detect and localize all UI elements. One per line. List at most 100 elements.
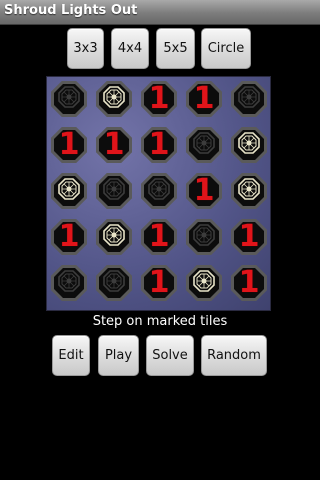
tile-face — [234, 84, 264, 114]
tile-frame — [186, 265, 222, 301]
board-tile[interactable] — [184, 216, 224, 258]
board-tile[interactable]: 1 — [139, 216, 179, 258]
board-tile[interactable] — [94, 216, 134, 258]
tile-face — [99, 84, 129, 114]
size-5x5-button[interactable]: 5x5 — [156, 28, 195, 69]
tile-frame — [51, 173, 87, 209]
tile-frame: 1 — [96, 127, 132, 163]
title-bar: Shroud Lights Out — [0, 0, 320, 25]
board-tile[interactable] — [184, 262, 224, 304]
board-tile[interactable] — [139, 170, 179, 212]
tile-frame: 1 — [231, 265, 267, 301]
size-3x3-button[interactable]: 3x3 — [67, 28, 104, 69]
board-tile[interactable] — [49, 170, 89, 212]
shroud-dark-icon — [193, 132, 215, 158]
board-tile[interactable] — [94, 170, 134, 212]
tile-frame — [141, 173, 177, 209]
tile-frame — [231, 81, 267, 117]
marked-tile-number: 1 — [58, 219, 80, 254]
shroud-lit-icon — [103, 86, 125, 112]
tile-frame — [231, 173, 267, 209]
marked-tile-number: 1 — [148, 127, 170, 162]
tile-face: 1 — [189, 84, 219, 114]
shroud-dark-icon — [193, 224, 215, 250]
tile-face — [189, 130, 219, 160]
marked-tile-number: 1 — [58, 127, 80, 162]
marked-tile-number: 1 — [238, 265, 260, 300]
tile-frame: 1 — [141, 127, 177, 163]
marked-tile-number: 1 — [148, 219, 170, 254]
board-tile[interactable] — [49, 262, 89, 304]
tile-frame — [231, 127, 267, 163]
tile-face: 1 — [54, 222, 84, 252]
board-tile[interactable]: 1 — [229, 262, 269, 304]
tile-frame — [51, 81, 87, 117]
tile-face: 1 — [234, 268, 264, 298]
board-tile[interactable]: 1 — [184, 170, 224, 212]
board-tile[interactable] — [184, 124, 224, 166]
board-tile[interactable]: 1 — [229, 216, 269, 258]
shroud-lit-icon — [193, 270, 215, 296]
shroud-dark-icon — [103, 270, 125, 296]
shroud-dark-icon — [58, 86, 80, 112]
app-title: Shroud Lights Out — [4, 3, 138, 18]
tile-frame — [186, 127, 222, 163]
board-tile[interactable]: 1 — [49, 124, 89, 166]
marked-tile-number: 1 — [193, 173, 215, 208]
board-tile[interactable] — [94, 262, 134, 304]
tile-face — [99, 222, 129, 252]
board-tile[interactable] — [229, 170, 269, 212]
board-tile[interactable]: 1 — [184, 78, 224, 120]
board-tile[interactable]: 1 — [49, 216, 89, 258]
circle-button[interactable]: Circle — [201, 28, 251, 69]
status-text: Step on marked tiles — [92, 314, 228, 329]
tile-face: 1 — [99, 130, 129, 160]
tile-frame — [96, 219, 132, 255]
tile-face — [144, 176, 174, 206]
tile-frame — [96, 81, 132, 117]
random-button[interactable]: Random — [201, 335, 267, 376]
board-tile[interactable] — [49, 78, 89, 120]
size-4x4-button[interactable]: 4x4 — [111, 28, 149, 69]
tile-face: 1 — [144, 130, 174, 160]
tile-face — [54, 268, 84, 298]
marked-tile-number: 1 — [148, 265, 170, 300]
edit-button[interactable]: Edit — [52, 335, 90, 376]
tile-face — [54, 176, 84, 206]
shroud-dark-icon — [58, 270, 80, 296]
tile-face: 1 — [234, 222, 264, 252]
board-tile[interactable]: 1 — [139, 124, 179, 166]
board-tile[interactable] — [229, 124, 269, 166]
tile-frame: 1 — [231, 219, 267, 255]
shroud-dark-icon — [238, 86, 260, 112]
board-tile[interactable] — [229, 78, 269, 120]
board-tile[interactable]: 1 — [139, 262, 179, 304]
tile-face — [99, 268, 129, 298]
tile-face — [54, 84, 84, 114]
game-board: 11111111111 — [46, 76, 271, 311]
tile-face — [234, 130, 264, 160]
tile-frame: 1 — [141, 265, 177, 301]
board-tile[interactable]: 1 — [139, 78, 179, 120]
tile-face — [234, 176, 264, 206]
tile-face: 1 — [54, 130, 84, 160]
tile-face — [99, 176, 129, 206]
shroud-lit-icon — [238, 178, 260, 204]
tile-frame: 1 — [186, 173, 222, 209]
tile-face: 1 — [189, 176, 219, 206]
tile-frame — [186, 219, 222, 255]
tile-frame: 1 — [51, 219, 87, 255]
board-tile[interactable]: 1 — [94, 124, 134, 166]
shroud-dark-icon — [148, 178, 170, 204]
solve-button[interactable]: Solve — [146, 335, 194, 376]
board-tile[interactable] — [94, 78, 134, 120]
tile-face: 1 — [144, 268, 174, 298]
shroud-lit-icon — [103, 224, 125, 250]
play-button[interactable]: Play — [98, 335, 139, 376]
tile-frame — [96, 173, 132, 209]
marked-tile-number: 1 — [193, 81, 215, 116]
marked-tile-number: 1 — [103, 127, 125, 162]
tile-frame — [51, 265, 87, 301]
shroud-lit-icon — [58, 178, 80, 204]
marked-tile-number: 1 — [238, 219, 260, 254]
